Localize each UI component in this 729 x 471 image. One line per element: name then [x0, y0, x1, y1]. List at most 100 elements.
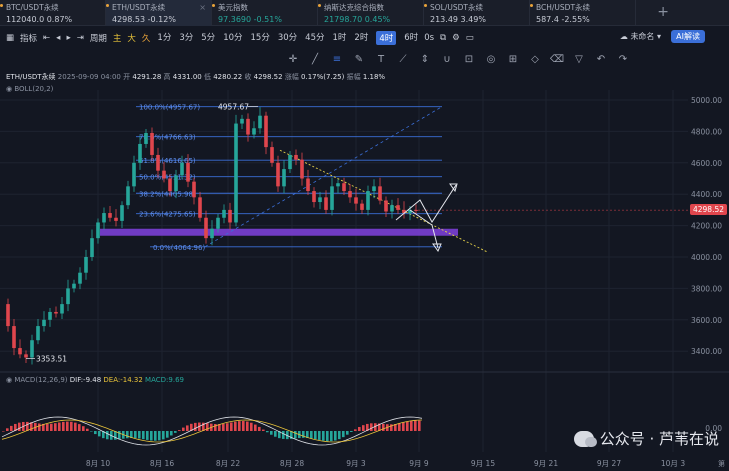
close-tab-icon[interactable]: ×	[199, 3, 206, 12]
macd-histogram-bar	[2, 431, 5, 432]
interval-button[interactable]: 3分	[179, 31, 193, 45]
ticker-tab[interactable]: BTC/USDT永续 112040.0 0.87%	[0, 0, 106, 26]
macd-histogram-bar	[222, 423, 225, 431]
bullish-path-arrow	[395, 184, 457, 223]
fib-level-label: 0.0%(4064.96)	[153, 244, 205, 252]
next-icon[interactable]: ▸	[66, 33, 70, 43]
interval-button[interactable]: 2时	[354, 31, 368, 45]
interval-button[interactable]: 10分	[223, 31, 242, 45]
interval-button[interactable]: 45分	[305, 31, 324, 45]
macd-dif: DIF:-9.48	[69, 376, 102, 384]
undo-icon[interactable]: ↶	[590, 54, 612, 65]
magnet-icon[interactable]: ∪	[436, 54, 458, 65]
filter-icon[interactable]: ▽	[568, 54, 590, 65]
crosshair-icon[interactable]: ✛	[282, 54, 304, 65]
brush-icon[interactable]: ✎	[348, 54, 370, 65]
interval-button[interactable]: 5分	[201, 31, 215, 45]
macd-histogram-bar	[66, 421, 69, 431]
macd-indicator-label[interactable]: ◉ MACD(12,26,9) DIF:-9.48 DEA:-14.32 MAC…	[6, 376, 184, 384]
chart-toolbar: ▦ 指标 ⇤ ◂ ▸ ⇥ 周期 主大久 1分 3分 5分 10分 15分 30分 45分 1时 2…	[0, 27, 729, 48]
macd-value: MACD:9.69	[145, 376, 184, 384]
candle-body	[12, 326, 16, 349]
chart-type-icon[interactable]: ⧉	[440, 33, 446, 43]
ai-analysis-button[interactable]: AI解读	[671, 30, 705, 43]
candle-body	[66, 288, 70, 305]
ruler-icon[interactable]: ⊞	[502, 54, 524, 65]
interval-button[interactable]: 4时	[376, 30, 397, 45]
ticker-name: BTC/USDT永续	[6, 3, 59, 12]
seconds-button[interactable]: 0s	[424, 33, 434, 43]
layout-name-dropdown[interactable]: ☁ 未命名 ▾	[620, 31, 661, 42]
trendline-icon[interactable]: ╱	[304, 54, 326, 65]
macd-histogram-bar	[226, 423, 229, 431]
lock-icon[interactable]: ⊡	[458, 54, 480, 65]
macd-visibility-icon[interactable]: ◉	[6, 376, 12, 384]
macd-histogram-bar	[118, 431, 121, 440]
ticker-last: 21798.70	[324, 15, 363, 24]
interval-button[interactable]: 30分	[278, 31, 297, 45]
timezone-label[interactable]: 第	[718, 459, 725, 469]
macd-histogram-bar	[82, 426, 85, 431]
macd-dea: DEA:-14.32	[103, 376, 143, 384]
measure-icon[interactable]: ⇕	[414, 54, 436, 65]
chart-mode-da[interactable]: 大	[127, 32, 136, 44]
macd-histogram-bar	[262, 429, 265, 431]
redo-icon[interactable]: ↷	[612, 54, 634, 65]
pattern-icon[interactable]: ⟋	[392, 54, 414, 65]
ticker-dot-icon	[424, 4, 427, 7]
interval-button[interactable]: 15分	[251, 31, 270, 45]
boll-indicator-label[interactable]: ◉ BOLL(20,2)	[6, 85, 53, 93]
interval-button[interactable]: 1分	[157, 31, 171, 45]
ticker-change: -2.55%	[561, 15, 590, 24]
candle-body	[180, 162, 184, 176]
price-chart[interactable]: 8月 10 8月 16 8月 22 8月 28 9月 3 9月 9 9月 15 9月 21 9月…	[0, 70, 729, 471]
ticker-tab[interactable]: 纳斯达克综合指数 21798.70 0.45%	[318, 0, 424, 26]
ticker-tab[interactable]: BCH/USDT永续 587.4 -2.55%	[530, 0, 636, 26]
layout-icon[interactable]: ▭	[466, 33, 474, 43]
ticker-tab[interactable]: 美元指数 97.3690 -0.51%	[212, 0, 318, 26]
candle-body	[36, 326, 40, 341]
prev-icon[interactable]: ◂	[56, 33, 60, 43]
interval-button[interactable]: 6时	[404, 31, 418, 45]
boll-visibility-icon[interactable]: ◉	[6, 85, 12, 93]
chart-mode-jiu[interactable]: 久	[142, 32, 151, 44]
eraser-icon[interactable]: ◇	[524, 54, 546, 65]
visibility-icon[interactable]: ◎	[480, 54, 502, 65]
settings-icon[interactable]: ⚙	[452, 33, 460, 43]
macd-histogram-bar	[322, 431, 325, 441]
indicators-button[interactable]: 指标	[20, 32, 37, 44]
watermark: 公众号 · 芦苇在说	[573, 428, 719, 449]
period-button[interactable]: 周期	[90, 32, 107, 44]
macd-histogram-bar	[362, 425, 365, 431]
x-tick-label: 10月 3	[661, 459, 685, 468]
interval-button[interactable]: 1时	[333, 31, 347, 45]
candle-body	[300, 159, 304, 179]
macd-histogram-bar	[134, 431, 137, 439]
candle-body	[72, 283, 76, 289]
ticker-tab[interactable]: ETH/USDT永续 4298.53 -0.12% ×	[106, 0, 212, 26]
macd-histogram-bar	[402, 422, 405, 431]
macd-histogram-bar	[6, 428, 9, 431]
fib-icon[interactable]: ≡	[326, 54, 348, 65]
ticker-name: 美元指数	[218, 3, 248, 12]
forward-icon[interactable]: ⇥	[77, 33, 84, 43]
ticker-price: 213.49 3.49%	[430, 15, 529, 24]
chart-mode-zhu[interactable]: 主	[113, 32, 122, 44]
add-tab-icon[interactable]: +	[657, 4, 669, 20]
macd-histogram-bar	[254, 424, 257, 431]
back-icon[interactable]: ⇤	[43, 33, 50, 43]
trash-icon[interactable]: ⌫	[546, 54, 568, 65]
ticker-price: 587.4 -2.55%	[536, 15, 635, 24]
grid-icon[interactable]: ▦	[6, 33, 14, 43]
candle-body	[390, 205, 394, 212]
text-icon[interactable]: T	[370, 54, 392, 65]
candle-body	[162, 170, 166, 179]
ticker-tab[interactable]: SOL/USDT永续 213.49 3.49%	[424, 0, 530, 26]
macd-histogram-bar	[406, 421, 409, 431]
macd-histogram-bar	[382, 423, 385, 431]
macd-histogram-bar	[62, 421, 65, 431]
candle-body	[252, 128, 256, 135]
candle-body	[240, 118, 244, 124]
macd-histogram-bar	[310, 431, 313, 439]
ticker-dot-icon	[106, 4, 109, 7]
